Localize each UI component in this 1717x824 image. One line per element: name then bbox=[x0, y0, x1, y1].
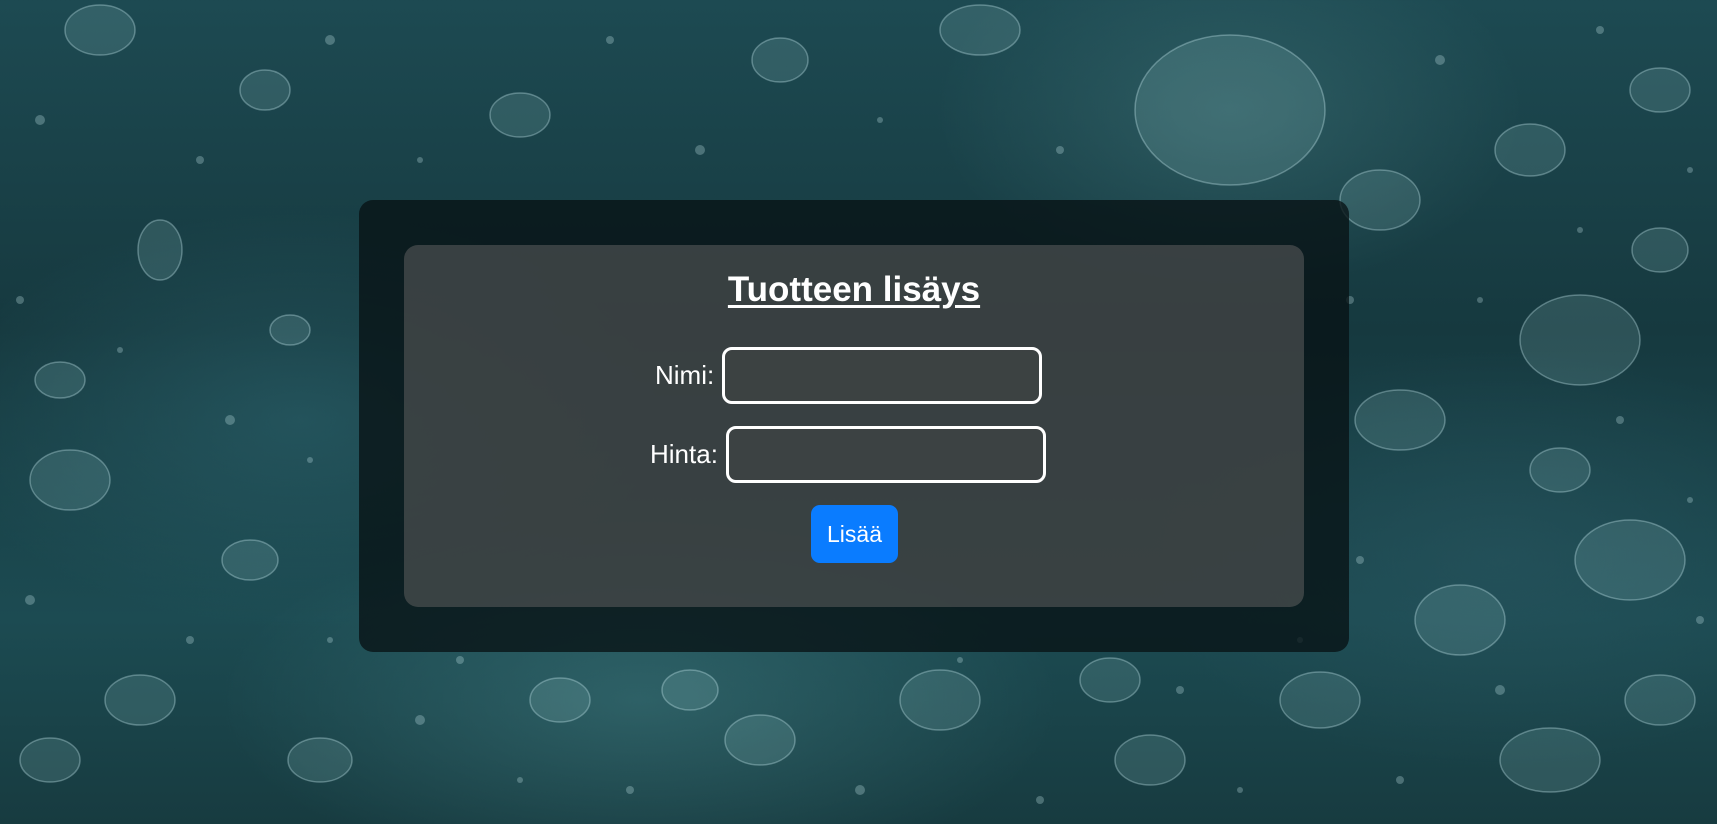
add-button[interactable]: Lisää bbox=[811, 505, 898, 563]
name-input[interactable] bbox=[722, 347, 1043, 404]
name-label: Nimi: bbox=[655, 360, 715, 390]
name-row: Nimi: bbox=[655, 347, 1043, 404]
price-input[interactable] bbox=[725, 426, 1046, 483]
page-title: Tuotteen lisäys bbox=[727, 270, 981, 309]
price-label: Hinta: bbox=[650, 439, 718, 469]
price-row: Hinta: bbox=[650, 426, 1046, 483]
